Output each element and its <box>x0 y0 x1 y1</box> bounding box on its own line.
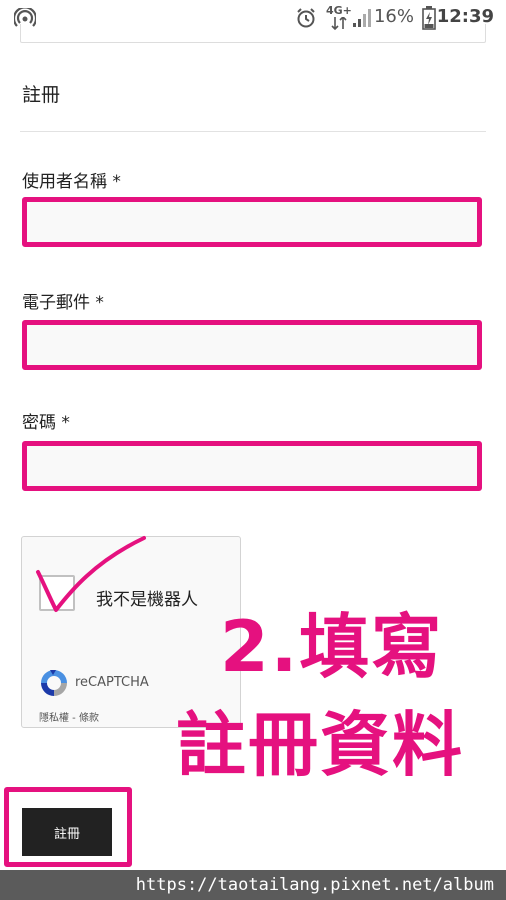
email-label: 電子郵件 * <box>22 293 104 313</box>
annotation-step-subtitle: 註冊資料 <box>176 704 464 786</box>
password-input[interactable] <box>22 441 482 491</box>
username-input[interactable] <box>22 197 482 247</box>
divider <box>20 131 486 132</box>
captcha-privacy-terms-link[interactable]: 隱私權 - 條款 <box>39 709 99 724</box>
previous-card-edge <box>20 24 486 43</box>
network-type-label: 4G+ <box>326 4 352 17</box>
checkmark-annotation-icon <box>36 536 146 612</box>
register-submit-button[interactable]: 註冊 <box>22 808 112 856</box>
watermark-url: https://taotailang.pixnet.net/album <box>0 870 506 900</box>
password-label: 密碼 * <box>22 413 70 433</box>
recaptcha-brand: reCAPTCHA <box>75 675 149 690</box>
username-label: 使用者名稱 * <box>22 172 121 192</box>
email-input[interactable] <box>22 320 482 370</box>
recaptcha-logo-icon <box>41 670 67 696</box>
annotation-step-title: 2.填寫 <box>220 606 444 688</box>
section-title: 註冊 <box>22 84 61 106</box>
